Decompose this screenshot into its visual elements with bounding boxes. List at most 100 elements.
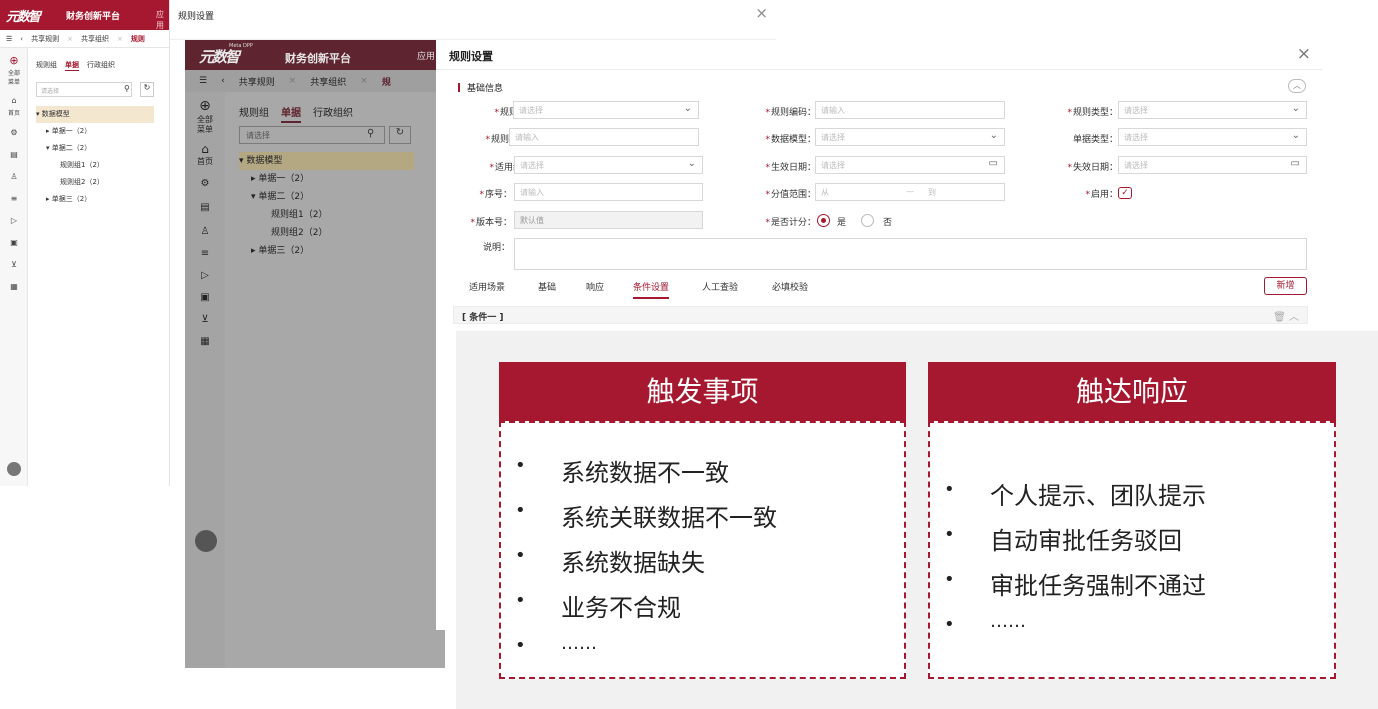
rule-group-select[interactable]: 请选择 ⌄ [513,101,699,119]
search-icon[interactable]: ⚲ [124,84,130,93]
start-date-picker[interactable]: 请选择 ▭ [815,156,1005,174]
tab-documents[interactable]: 单据 [65,60,79,71]
database-icon[interactable]: ≡ [7,194,21,203]
subtab-manual-check[interactable]: 人工查验 [702,280,738,293]
tab-rule-group[interactable]: 规则组 [36,60,57,71]
tree-node[interactable]: ▾ 单据二（2） [239,188,414,206]
tree-node[interactable]: ▸ 单据一（2） [36,123,154,140]
add-button[interactable]: 新增 [1264,277,1307,295]
refresh-icon[interactable]: ↻ [140,82,154,97]
tree-node[interactable]: 规则组1（2） [36,157,154,174]
tab-rules[interactable]: 规则 [131,34,145,44]
header-apps-link[interactable]: 应用 [417,49,435,62]
collapse-icon[interactable]: ︿ [1288,79,1306,93]
subtab-conditions[interactable]: 条件设置 [633,280,670,299]
tree-node-root[interactable]: ▾ 数据模型 [239,152,414,170]
inbox-icon[interactable]: ▤ [7,150,21,159]
menu-icon[interactable]: ☰ [6,35,12,43]
chevron-down-icon: ⌄ [683,103,692,114]
tab-rules[interactable]: 规 [382,75,391,88]
bullet: • [515,500,526,521]
subtab-basic[interactable]: 基础 [538,280,556,293]
tab-rule-group[interactable]: 规则组 [239,104,269,123]
all-menu-icon[interactable]: ⊕ [7,54,21,67]
tree-node[interactable]: 规则组1（2） [239,206,414,224]
subtab-response[interactable]: 响应 [586,280,604,293]
table-icon[interactable]: ▦ [195,336,215,347]
panel-tabs: 规则组 单据 行政组织 [239,104,353,123]
tab-shared-rules[interactable]: 共享规则 [239,75,275,88]
tab-back-icon[interactable]: ‹ [221,76,225,86]
close-icon[interactable]: × [755,4,768,22]
highlight-overlay: 触发事项 • 系统数据不一致 • 系统关联数据不一致 • 系统数据缺失 • 业务… [456,331,1378,709]
tab-shared-org[interactable]: 共享组织 [81,34,109,44]
cart-icon[interactable]: ⊻ [195,314,215,325]
response-card-body: • 个人提示、团队提示 • 自动审批任务驳回 • 审批任务强制不通过 • …… [928,421,1336,679]
scoring-no-label: 否 [883,218,893,228]
end-date-picker[interactable]: 请选择 ▭ [1118,156,1307,174]
panel-tabs: 规则组 单据 行政组织 [36,60,115,71]
tab-shared-rules[interactable]: 共享规则 [31,34,59,44]
rule-code-input[interactable]: 请输入 [815,101,1005,119]
tree-search-input[interactable]: 请选择 [239,126,385,144]
data-model-select[interactable]: 请选择 ⌄ [815,128,1005,146]
user-icon[interactable]: ♙ [195,226,215,237]
tree-node[interactable]: ▸ 单据三（2） [239,242,414,260]
trigger-card-title: 触发事项 [499,362,906,422]
doc-type-select[interactable]: 请选择 ⌄ [1118,128,1307,146]
enabled-checkbox[interactable]: ✓ [1118,187,1132,199]
settings-icon[interactable]: ⚙ [195,178,215,189]
tree-node[interactable]: 规则组2（2） [36,174,154,191]
tab-documents[interactable]: 单据 [281,104,301,123]
all-menu-icon[interactable]: ⊕ [195,98,215,114]
tab-bar: ☰ ‹ 共享规则 × 共享组织 × 规 [185,70,445,92]
card-icon[interactable]: ▣ [7,238,21,247]
sidebar: ⊕ 全部菜单 ⌂ 首页 ⚙ ▤ ♙ ≡ ▷ ▣ ⊻ ▦ [0,48,28,486]
user-icon[interactable]: ♙ [7,172,21,181]
data-model-label: *数据模型： [765,135,816,145]
tag-icon[interactable]: ▷ [195,270,215,281]
refresh-icon[interactable]: ↻ [389,126,411,144]
home-icon[interactable]: ⌂ [7,96,21,105]
settings-icon[interactable]: ⚙ [7,128,21,137]
tree-node[interactable]: ▸ 单据三（2） [36,191,154,208]
tab-shared-org[interactable]: 共享组织 [310,75,346,88]
tree-node-root[interactable]: ▾ 数据模型 [36,106,154,123]
condition-header: [ 条件一 ] 🗑 ︿ [453,306,1308,324]
scoring-yes-radio[interactable] [817,214,830,227]
desc-label: 说明： [482,243,510,253]
desc-textarea[interactable] [514,238,1307,270]
score-range-input[interactable]: 从 — 到 [815,183,1005,201]
org-select[interactable]: 请选择 ⌄ [514,156,703,174]
search-icon[interactable]: ⚲ [367,128,374,139]
tree-node[interactable]: ▸ 单据一（2） [239,170,414,188]
subtab-required-check[interactable]: 必填校验 [772,280,808,293]
rule-name-input[interactable]: 请输入 [509,128,699,146]
database-icon[interactable]: ≡ [195,248,215,259]
bullet: • [515,590,526,611]
tree-node[interactable]: ▾ 单据二（2） [36,140,154,157]
scoring-no-radio[interactable] [861,214,874,227]
close-icon[interactable]: × [1297,44,1311,64]
tree-search-input[interactable]: 请选择 [36,82,132,97]
avatar[interactable] [7,462,21,476]
collapse-icon[interactable]: ︿ [1289,312,1299,323]
cart-icon[interactable]: ⊻ [7,260,21,269]
seq-input[interactable]: 请输入 [514,183,703,201]
delete-icon[interactable]: 🗑 [1273,312,1286,323]
tab-admin-org[interactable]: 行政组织 [87,60,115,71]
inbox-icon[interactable]: ▤ [195,202,215,213]
menu-icon[interactable]: ☰ [199,76,207,86]
table-icon[interactable]: ▦ [7,282,21,291]
subtab-scenario[interactable]: 适用场景 [469,280,505,293]
rule-type-select[interactable]: 请选择 ⌄ [1118,101,1307,119]
header-apps-link[interactable]: 应用 [156,9,169,31]
home-icon[interactable]: ⌂ [195,142,215,156]
tab-admin-org[interactable]: 行政组织 [313,104,353,123]
tag-icon[interactable]: ▷ [7,216,21,225]
avatar[interactable] [195,530,217,552]
tree-node[interactable]: 规则组2（2） [239,224,414,242]
chevron-down-icon: ⌄ [687,158,696,169]
tab-back-icon[interactable]: ‹ [20,35,23,43]
card-icon[interactable]: ▣ [195,292,215,303]
